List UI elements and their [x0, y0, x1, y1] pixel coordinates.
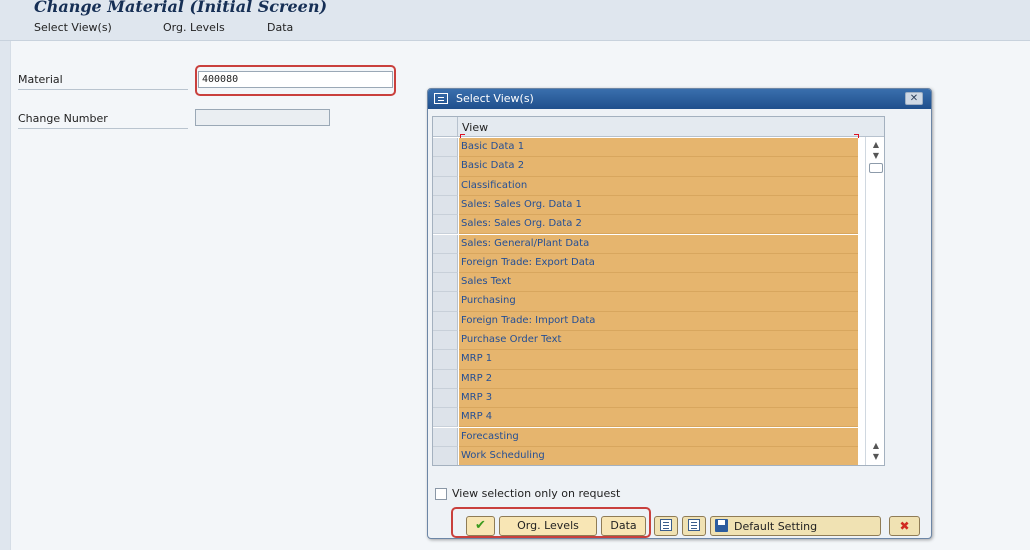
- checkmark-icon: ✔: [475, 518, 486, 533]
- table-row[interactable]: Sales: General/Plant Data: [433, 234, 884, 254]
- scroll-thumb[interactable]: [869, 163, 883, 173]
- row-selector[interactable]: [433, 215, 458, 235]
- view-cell[interactable]: Classification: [459, 176, 858, 196]
- table-header: View: [433, 117, 884, 137]
- row-selector[interactable]: [433, 311, 458, 331]
- close-icon[interactable]: ✕: [905, 92, 923, 105]
- default-setting-label: Default Setting: [734, 520, 818, 533]
- table-row[interactable]: Purchasing: [433, 292, 884, 312]
- menu-data[interactable]: Data: [267, 21, 293, 34]
- view-cell[interactable]: Foreign Trade: Import Data: [459, 311, 858, 331]
- ok-button[interactable]: ✔: [466, 516, 495, 536]
- deselect-all-button[interactable]: [682, 516, 706, 536]
- table-row[interactable]: Sales: Sales Org. Data 1: [433, 195, 884, 216]
- table-row[interactable]: Sales: Sales Org. Data 2: [433, 215, 884, 235]
- row-selector[interactable]: [433, 292, 458, 312]
- dialog-window-icon: [434, 93, 448, 104]
- cancel-icon: ✖: [899, 519, 910, 533]
- row-selector[interactable]: [433, 388, 458, 409]
- view-cell[interactable]: Sales: Sales Org. Data 2: [459, 215, 858, 235]
- save-icon: [715, 519, 728, 532]
- row-selector[interactable]: [433, 331, 458, 351]
- scroll-up-icon[interactable]: ▲: [870, 441, 882, 451]
- page-title: Change Material (Initial Screen): [34, 0, 328, 16]
- view-cell[interactable]: Forecasting: [459, 427, 858, 447]
- select-all-button[interactable]: [654, 516, 678, 536]
- deselect-all-icon: [688, 519, 700, 531]
- view-cell[interactable]: Sales: General/Plant Data: [459, 234, 858, 254]
- table-row[interactable]: Basic Data 1: [433, 138, 884, 158]
- view-cell[interactable]: Work Scheduling: [459, 446, 858, 465]
- dialog-title-bar: Select View(s) ✕: [428, 89, 931, 109]
- view-selection-label: View selection only on request: [452, 487, 621, 500]
- row-selector[interactable]: [433, 446, 458, 465]
- table-row[interactable]: Classification: [433, 176, 884, 196]
- row-selector[interactable]: [433, 138, 458, 158]
- scroll-down-icon[interactable]: ▼: [870, 151, 882, 161]
- view-cell[interactable]: Purchase Order Text: [459, 331, 858, 351]
- table-row[interactable]: MRP 4: [433, 408, 884, 428]
- row-selector[interactable]: [433, 369, 458, 389]
- view-cell[interactable]: Basic Data 1: [459, 138, 858, 158]
- row-selector[interactable]: [433, 176, 458, 196]
- view-cell[interactable]: Sales: Sales Org. Data 1: [459, 195, 858, 216]
- table-row[interactable]: MRP 2: [433, 369, 884, 389]
- view-cell[interactable]: MRP 2: [459, 369, 858, 389]
- column-header-view[interactable]: View: [462, 121, 488, 134]
- row-selector[interactable]: [433, 408, 458, 428]
- table-row[interactable]: Work Scheduling: [433, 446, 884, 465]
- menu-select-views[interactable]: Select View(s): [34, 21, 112, 34]
- menu-org-levels[interactable]: Org. Levels: [163, 21, 225, 34]
- view-cell[interactable]: MRP 1: [459, 350, 858, 370]
- title-bar: Change Material (Initial Screen): [0, 0, 1030, 16]
- view-cell[interactable]: MRP 3: [459, 388, 858, 409]
- row-selector[interactable]: [433, 234, 458, 254]
- material-label: Material: [18, 73, 63, 86]
- org-levels-button[interactable]: Org. Levels: [499, 516, 597, 536]
- row-selector[interactable]: [433, 157, 458, 177]
- scroll-up-icon[interactable]: ▲: [870, 140, 882, 150]
- menu-bar: Select View(s) Org. Levels Data: [0, 16, 1030, 41]
- select-all-column[interactable]: [433, 117, 458, 136]
- view-cell[interactable]: MRP 4: [459, 408, 858, 428]
- material-input[interactable]: 400080: [198, 71, 393, 88]
- data-button[interactable]: Data: [601, 516, 646, 536]
- table-row[interactable]: Foreign Trade: Export Data: [433, 253, 884, 274]
- view-cell[interactable]: Foreign Trade: Export Data: [459, 253, 858, 274]
- scroll-down-icon[interactable]: ▼: [870, 452, 882, 462]
- table-row[interactable]: MRP 3: [433, 388, 884, 409]
- material-label-underline: [18, 89, 188, 90]
- view-cell[interactable]: Purchasing: [459, 292, 858, 312]
- view-cell[interactable]: Sales Text: [459, 273, 858, 293]
- vertical-scrollbar[interactable]: ▲ ▼ ▲ ▼: [865, 137, 884, 465]
- view-cell[interactable]: Basic Data 2: [459, 157, 858, 177]
- row-selector[interactable]: [433, 195, 458, 216]
- table-row[interactable]: Basic Data 2: [433, 157, 884, 177]
- change-number-label: Change Number: [18, 112, 108, 125]
- change-number-label-underline: [18, 128, 188, 129]
- view-selection-checkbox[interactable]: [435, 488, 447, 500]
- table-row[interactable]: Forecasting: [433, 427, 884, 447]
- table-row[interactable]: Foreign Trade: Import Data: [433, 311, 884, 331]
- table-row[interactable]: MRP 1: [433, 350, 884, 370]
- row-selector[interactable]: [433, 350, 458, 370]
- row-selector[interactable]: [433, 427, 458, 447]
- table-row[interactable]: Purchase Order Text: [433, 331, 884, 351]
- dialog-title: Select View(s): [456, 92, 534, 105]
- select-views-dialog: Select View(s) ✕ View Basic Data 1 Basic …: [427, 88, 932, 539]
- default-setting-button[interactable]: Default Setting: [710, 516, 881, 536]
- change-number-input[interactable]: [195, 109, 330, 126]
- dialog-button-bar: ✔ Org. Levels Data Default Setting ✖: [428, 509, 931, 538]
- views-table: View Basic Data 1 Basic Data 2 Classificat…: [432, 116, 885, 466]
- table-row[interactable]: Sales Text: [433, 273, 884, 293]
- select-all-icon: [660, 519, 672, 531]
- cancel-button[interactable]: ✖: [889, 516, 920, 536]
- row-selector[interactable]: [433, 253, 458, 274]
- row-selector[interactable]: [433, 273, 458, 293]
